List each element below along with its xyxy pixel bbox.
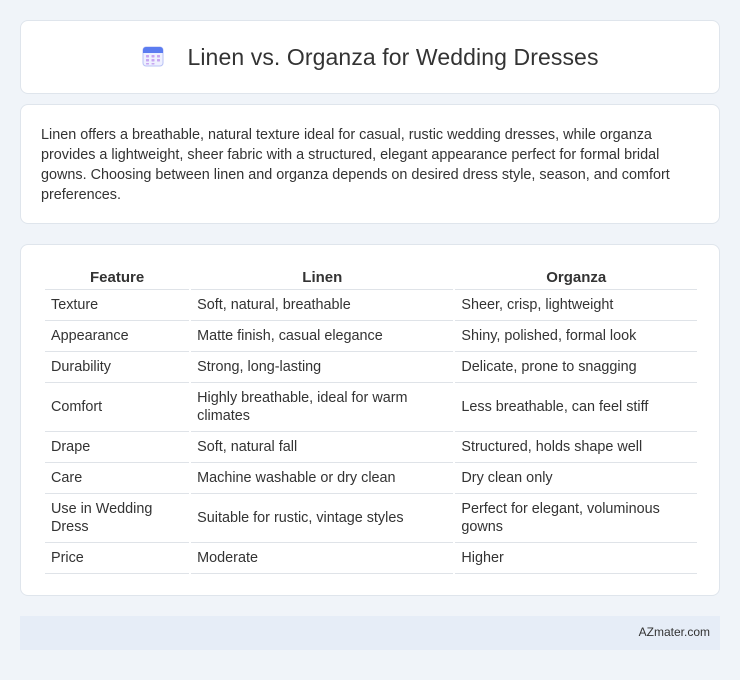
- table-row: Texture Soft, natural, breathable Sheer,…: [45, 290, 697, 321]
- table-cell: Drape: [45, 432, 190, 463]
- footer-brand-link[interactable]: AZmater.com: [639, 625, 710, 639]
- table-cell: Delicate, prone to snagging: [455, 352, 697, 383]
- summary-text: Linen offers a breathable, natural textu…: [41, 127, 670, 203]
- table-cell: Structured, holds shape well: [455, 432, 697, 463]
- table-row: Durability Strong, long-lasting Delicate…: [45, 352, 697, 383]
- page-title: Linen vs. Organza for Wedding Dresses: [187, 43, 599, 70]
- table-cell: Highly breathable, ideal for warm climat…: [191, 383, 454, 432]
- table-row: Appearance Matte finish, casual elegance…: [45, 321, 697, 352]
- table-header-row: Feature Linen Organza: [45, 265, 697, 290]
- table-cell: Suitable for rustic, vintage styles: [191, 494, 454, 543]
- table-cell: Less breathable, can feel stiff: [455, 383, 697, 432]
- table-cell: Appearance: [45, 321, 190, 352]
- table-row: Care Machine washable or dry clean Dry c…: [45, 463, 697, 494]
- table-cell: Care: [45, 463, 190, 494]
- table-row: Comfort Highly breathable, ideal for war…: [45, 383, 697, 432]
- table-cell: Higher: [455, 543, 697, 574]
- table-row: Use in Wedding Dress Suitable for rustic…: [45, 494, 697, 543]
- table-cell: Soft, natural, breathable: [191, 290, 454, 321]
- comparison-table: Feature Linen Organza Texture Soft, natu…: [43, 265, 699, 574]
- calendar-icon: [142, 46, 164, 67]
- table-row: Price Moderate Higher: [45, 543, 697, 574]
- column-header-linen: Linen: [191, 265, 454, 290]
- table-cell: Price: [45, 543, 190, 574]
- summary-card: Linen offers a breathable, natural textu…: [20, 104, 720, 224]
- column-header-feature: Feature: [45, 265, 190, 290]
- table-cell: Shiny, polished, formal look: [455, 321, 697, 352]
- table-cell: Matte finish, casual elegance: [191, 321, 454, 352]
- table-cell: Durability: [45, 352, 190, 383]
- title-card: Linen vs. Organza for Wedding Dresses: [20, 20, 720, 94]
- comparison-table-card: Feature Linen Organza Texture Soft, natu…: [20, 244, 720, 596]
- table-cell: Perfect for elegant, voluminous gowns: [455, 494, 697, 543]
- table-cell: Sheer, crisp, lightweight: [455, 290, 697, 321]
- table-row: Drape Soft, natural fall Structured, hol…: [45, 432, 697, 463]
- footer-bar: AZmater.com: [20, 616, 720, 650]
- table-cell: Use in Wedding Dress: [45, 494, 190, 543]
- column-header-organza: Organza: [455, 265, 697, 290]
- table-cell: Dry clean only: [455, 463, 697, 494]
- table-cell: Moderate: [191, 543, 454, 574]
- table-cell: Machine washable or dry clean: [191, 463, 454, 494]
- table-cell: Texture: [45, 290, 190, 321]
- table-cell: Strong, long-lasting: [191, 352, 454, 383]
- table-cell: Soft, natural fall: [191, 432, 454, 463]
- table-cell: Comfort: [45, 383, 190, 432]
